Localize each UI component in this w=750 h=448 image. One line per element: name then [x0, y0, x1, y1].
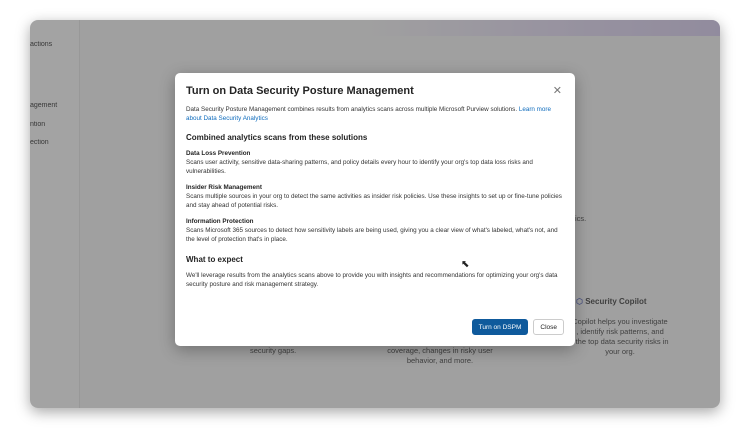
dialog-intro: Data Security Posture Management combine…: [186, 106, 552, 122]
turn-on-dspm-button[interactable]: Turn on DSPM: [471, 319, 529, 335]
dspm-dialog: Turn on Data Security Posture Management…: [175, 73, 575, 346]
solution-item: Information Protection Scans Microsoft 36…: [186, 218, 558, 243]
solutions-heading: Combined analytics scans from these solu…: [186, 133, 368, 142]
dialog-title: Turn on Data Security Posture Management: [186, 85, 414, 97]
app-window: actions agement ntion ection ics. ⬡ Secu…: [30, 20, 720, 408]
solution-item: Data Loss Prevention Scans user activity,…: [186, 150, 533, 175]
solution-item: Insider Risk Management Scans multiple so…: [186, 184, 562, 209]
close-icon[interactable]: ✕: [553, 84, 562, 97]
expect-heading: What to expect: [186, 255, 243, 264]
mouse-cursor-icon: ⬉: [461, 259, 470, 270]
close-button[interactable]: Close: [533, 319, 564, 335]
expect-text: We'll leverage results from the analytic…: [186, 272, 558, 288]
